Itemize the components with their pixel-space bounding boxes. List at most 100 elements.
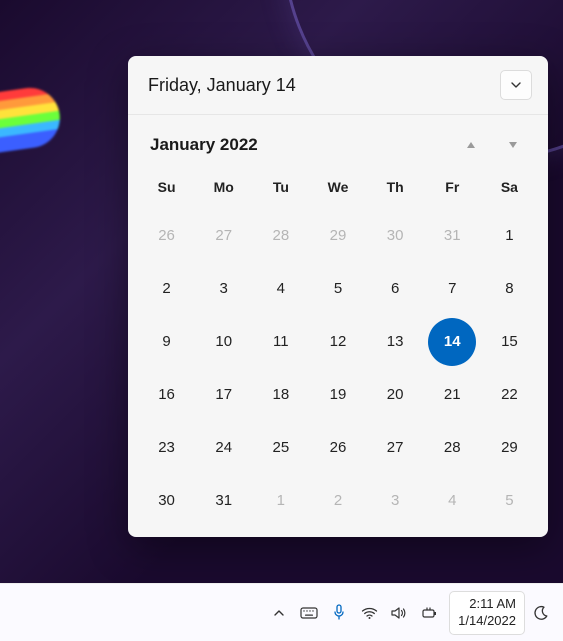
wallpaper-rainbow bbox=[0, 84, 64, 156]
microphone-icon bbox=[332, 604, 346, 622]
triangle-down-icon bbox=[508, 141, 518, 149]
month-arrows bbox=[466, 136, 526, 154]
calendar-day[interactable]: 26 bbox=[138, 209, 195, 262]
calendar-day[interactable]: 31 bbox=[195, 474, 252, 527]
weekday-label: Mo bbox=[195, 169, 252, 209]
day-number: 31 bbox=[432, 216, 472, 256]
wifi-button[interactable] bbox=[355, 595, 383, 631]
day-number: 29 bbox=[318, 216, 358, 256]
calendar-day[interactable]: 1 bbox=[481, 209, 538, 262]
calendar-day[interactable]: 30 bbox=[138, 474, 195, 527]
calendar-day[interactable]: 12 bbox=[309, 315, 366, 368]
day-number: 29 bbox=[489, 428, 529, 468]
touch-keyboard-button[interactable] bbox=[295, 595, 323, 631]
day-number: 7 bbox=[432, 269, 472, 309]
chevron-up-icon bbox=[272, 606, 286, 620]
calendar-day[interactable]: 6 bbox=[367, 262, 424, 315]
calendar-flyout: Friday, January 14 January 2022 SuMoTuWe… bbox=[128, 56, 548, 537]
calendar-day[interactable]: 16 bbox=[138, 368, 195, 421]
day-number: 2 bbox=[147, 269, 187, 309]
calendar-day[interactable]: 2 bbox=[138, 262, 195, 315]
calendar-day[interactable]: 7 bbox=[424, 262, 481, 315]
calendar-day[interactable]: 1 bbox=[252, 474, 309, 527]
calendar-day[interactable]: 31 bbox=[424, 209, 481, 262]
collapse-button[interactable] bbox=[500, 70, 532, 100]
calendar-day[interactable]: 27 bbox=[367, 421, 424, 474]
calendar-body: January 2022 SuMoTuWeThFrSa 262728293031… bbox=[128, 115, 548, 537]
calendar-day[interactable]: 19 bbox=[309, 368, 366, 421]
clock-time: 2:11 AM bbox=[469, 596, 516, 613]
speaker-icon bbox=[391, 606, 408, 620]
day-number: 20 bbox=[375, 375, 415, 415]
volume-button[interactable] bbox=[385, 595, 413, 631]
calendar-day[interactable]: 29 bbox=[481, 421, 538, 474]
day-number: 30 bbox=[147, 481, 187, 521]
calendar-day[interactable]: 28 bbox=[424, 421, 481, 474]
calendar-day[interactable]: 5 bbox=[481, 474, 538, 527]
day-number: 27 bbox=[204, 216, 244, 256]
calendar-day[interactable]: 3 bbox=[367, 474, 424, 527]
calendar-day[interactable]: 25 bbox=[252, 421, 309, 474]
calendar-day[interactable]: 17 bbox=[195, 368, 252, 421]
month-year-label[interactable]: January 2022 bbox=[150, 135, 258, 155]
day-number: 15 bbox=[489, 322, 529, 362]
day-number: 31 bbox=[204, 481, 244, 521]
calendar-day[interactable]: 22 bbox=[481, 368, 538, 421]
calendar-day[interactable]: 20 bbox=[367, 368, 424, 421]
calendar-grid: 2627282930311234567891011121314151617181… bbox=[138, 209, 538, 527]
day-number: 19 bbox=[318, 375, 358, 415]
calendar-day[interactable]: 15 bbox=[481, 315, 538, 368]
day-number: 27 bbox=[375, 428, 415, 468]
calendar-day[interactable]: 11 bbox=[252, 315, 309, 368]
day-number: 12 bbox=[318, 322, 358, 362]
calendar-day[interactable]: 10 bbox=[195, 315, 252, 368]
day-number: 8 bbox=[489, 269, 529, 309]
next-month-button[interactable] bbox=[508, 136, 518, 154]
calendar-day[interactable]: 24 bbox=[195, 421, 252, 474]
power-button[interactable] bbox=[415, 595, 443, 631]
calendar-day[interactable]: 9 bbox=[138, 315, 195, 368]
weekday-label: Th bbox=[367, 169, 424, 209]
calendar-day[interactable]: 8 bbox=[481, 262, 538, 315]
show-hidden-icons-button[interactable] bbox=[265, 595, 293, 631]
focus-assist-button[interactable] bbox=[527, 595, 555, 631]
previous-month-button[interactable] bbox=[466, 136, 476, 154]
calendar-day[interactable]: 29 bbox=[309, 209, 366, 262]
day-number: 5 bbox=[318, 269, 358, 309]
day-number: 25 bbox=[261, 428, 301, 468]
day-number: 30 bbox=[375, 216, 415, 256]
triangle-up-icon bbox=[466, 141, 476, 149]
calendar-day[interactable]: 23 bbox=[138, 421, 195, 474]
calendar-day-today[interactable]: 14 bbox=[424, 315, 481, 368]
day-number: 3 bbox=[204, 269, 244, 309]
calendar-day[interactable]: 21 bbox=[424, 368, 481, 421]
day-number: 17 bbox=[204, 375, 244, 415]
moon-icon bbox=[533, 605, 549, 621]
calendar-day[interactable]: 13 bbox=[367, 315, 424, 368]
day-number: 11 bbox=[261, 322, 301, 362]
current-date-label[interactable]: Friday, January 14 bbox=[148, 75, 296, 96]
day-number: 1 bbox=[489, 216, 529, 256]
day-number: 10 bbox=[204, 322, 244, 362]
calendar-day[interactable]: 2 bbox=[309, 474, 366, 527]
day-number: 14 bbox=[428, 318, 476, 366]
weekday-label: Tu bbox=[252, 169, 309, 209]
day-number: 1 bbox=[261, 481, 301, 521]
calendar-day[interactable]: 26 bbox=[309, 421, 366, 474]
calendar-day[interactable]: 4 bbox=[424, 474, 481, 527]
day-number: 21 bbox=[432, 375, 472, 415]
calendar-day[interactable]: 5 bbox=[309, 262, 366, 315]
calendar-day[interactable]: 4 bbox=[252, 262, 309, 315]
calendar-day[interactable]: 28 bbox=[252, 209, 309, 262]
weekday-label: Fr bbox=[424, 169, 481, 209]
calendar-day[interactable]: 3 bbox=[195, 262, 252, 315]
microphone-button[interactable] bbox=[325, 595, 353, 631]
calendar-day[interactable]: 27 bbox=[195, 209, 252, 262]
calendar-day[interactable]: 30 bbox=[367, 209, 424, 262]
day-number: 5 bbox=[489, 481, 529, 521]
day-number: 16 bbox=[147, 375, 187, 415]
day-number: 3 bbox=[375, 481, 415, 521]
day-number: 26 bbox=[318, 428, 358, 468]
calendar-day[interactable]: 18 bbox=[252, 368, 309, 421]
clock-button[interactable]: 2:11 AM 1/14/2022 bbox=[449, 591, 525, 635]
